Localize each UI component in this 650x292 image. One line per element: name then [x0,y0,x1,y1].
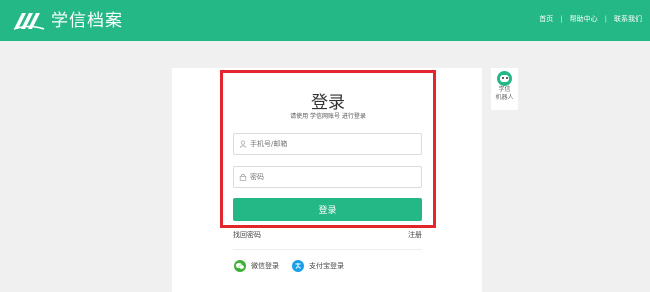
nav-home-link[interactable]: 首页 [539,14,553,24]
alipay-login-button[interactable]: 支付宝登录 [292,260,344,272]
alipay-icon [292,260,304,272]
assistant-robot-widget[interactable]: 学信 机器人 [491,68,518,110]
nav-contact-link[interactable]: 联系我们 [614,14,642,24]
top-navigation-bar: 学信档案 首页 | 帮助中心 | 联系我们 [0,0,650,41]
wechat-icon [234,260,246,272]
login-button[interactable]: 登录 [233,198,422,221]
nav-separator: | [604,15,607,23]
alipay-login-label: 支付宝登录 [309,262,344,270]
login-title: 登录 [311,93,345,113]
robot-label-line2: 机器人 [495,94,514,101]
lock-icon [239,173,247,181]
wechat-login-label: 微信登录 [251,262,279,270]
user-icon [239,140,247,148]
robot-label-line1: 学信 [498,86,511,93]
login-subtitle: 请使用 学信网账号 进行登录 [290,113,366,120]
forgot-password-link[interactable]: 找回密码 [233,230,261,240]
username-field[interactable]: 手机号/邮箱 [233,133,422,155]
robot-icon [497,71,512,86]
site-brand-name: 学信档案 [51,11,123,31]
username-placeholder: 手机号/邮箱 [250,140,288,148]
register-link[interactable]: 注册 [408,230,422,240]
header-nav: 首页 | 帮助中心 | 联系我们 [539,14,642,24]
site-logo[interactable]: 学信档案 [12,10,123,32]
book-logo-icon [13,13,45,30]
divider [233,249,422,250]
wechat-login-button[interactable]: 微信登录 [234,260,279,272]
password-placeholder: 密码 [250,173,264,181]
password-field[interactable]: 密码 [233,166,422,188]
nav-help-link[interactable]: 帮助中心 [570,14,598,24]
nav-separator: | [560,15,563,23]
